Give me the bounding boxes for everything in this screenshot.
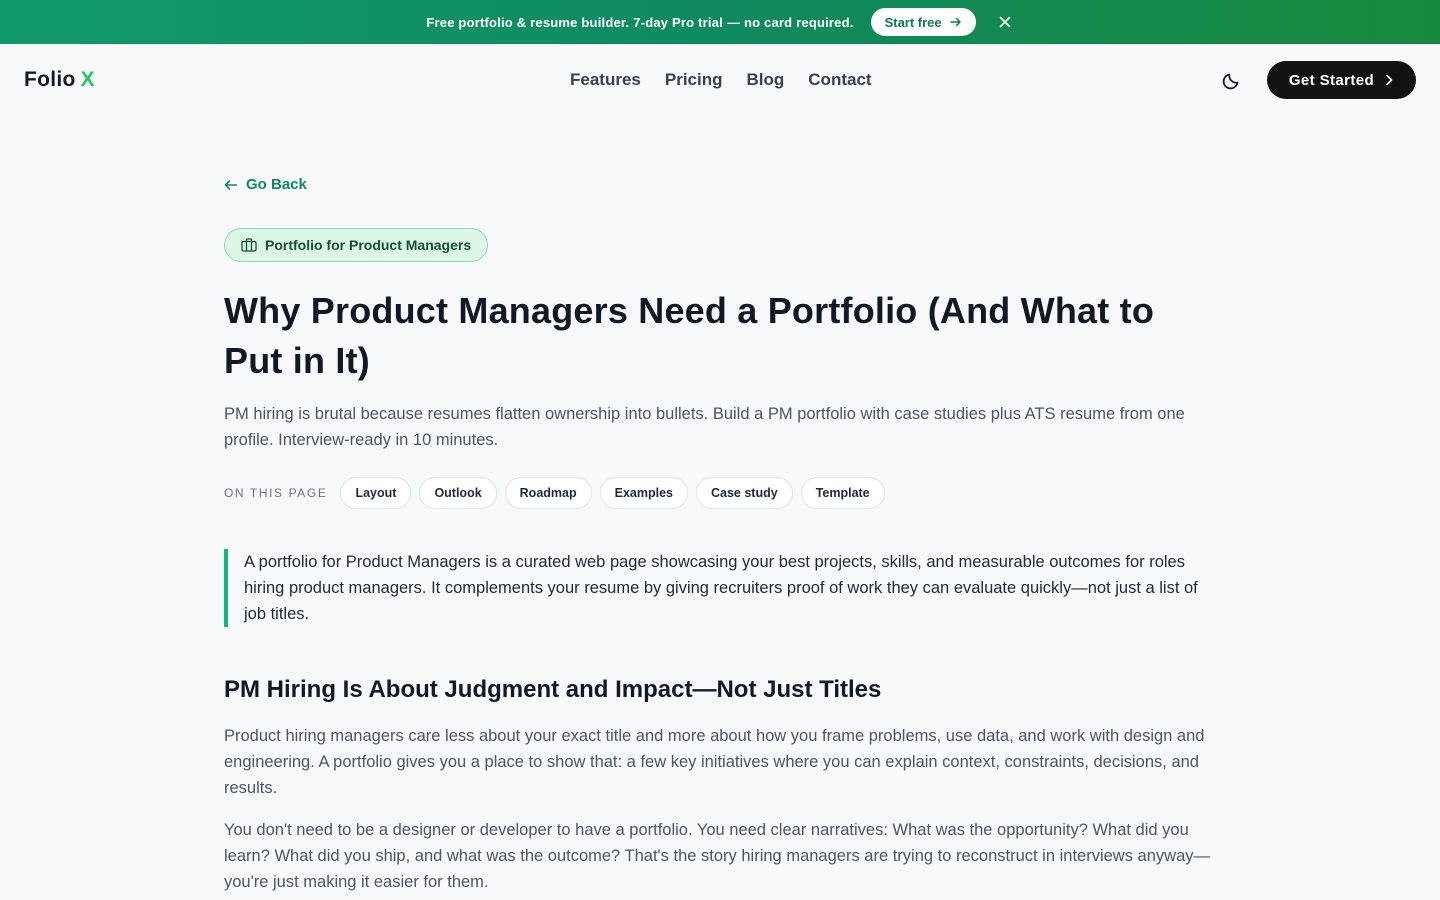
- toc-chip-layout[interactable]: Layout: [340, 477, 412, 509]
- toc-chip-roadmap[interactable]: Roadmap: [504, 477, 592, 509]
- theme-toggle-button[interactable]: [1220, 70, 1242, 92]
- banner-text: Free portfolio & resume builder. 7-day P…: [426, 15, 853, 30]
- toc-chip-case-study[interactable]: Case study: [695, 477, 793, 509]
- briefcase-icon: [241, 238, 257, 252]
- toc-chip-template[interactable]: Template: [800, 477, 885, 509]
- logo-text: Folio: [24, 68, 76, 91]
- category-tag: Portfolio for Product Managers: [224, 228, 489, 262]
- nav-link-blog[interactable]: Blog: [747, 70, 785, 90]
- toc-chip-examples[interactable]: Examples: [599, 477, 688, 509]
- chevron-right-icon: [1386, 74, 1393, 86]
- section-heading: PM Hiring Is About Judgment and Impact—N…: [224, 676, 882, 703]
- body-paragraph-2: You don't need to be a designer or devel…: [224, 821, 1210, 891]
- summary-quote: A portfolio for Product Managers is a cu…: [224, 549, 1214, 627]
- logo[interactable]: Folio X: [24, 68, 95, 92]
- go-back-label: Go Back: [246, 176, 307, 193]
- nav-links: Features Pricing Blog Contact: [570, 44, 872, 116]
- body-paragraph-1: Product hiring managers care less about …: [224, 727, 1205, 797]
- toc-chip-outlook[interactable]: Outlook: [419, 477, 497, 509]
- promo-banner: Free portfolio & resume builder. 7-day P…: [0, 0, 1440, 44]
- page-title: Why Product Managers Need a Portfolio (A…: [224, 290, 1155, 381]
- get-started-label: Get Started: [1288, 71, 1375, 89]
- banner-text-suffix: — no card required.: [726, 14, 854, 30]
- toc-label: ON THIS PAGE: [224, 486, 328, 500]
- logo-accent: X: [80, 68, 95, 91]
- category-tag-label: Portfolio for Product Managers: [265, 237, 472, 253]
- get-started-button[interactable]: Get Started: [1267, 61, 1416, 99]
- arrow-left-icon: [224, 179, 238, 190]
- on-this-page-nav: ON THIS PAGE Layout Outlook Roadmap Exam…: [224, 477, 885, 509]
- close-icon: [999, 16, 1010, 28]
- lead-paragraph: PM hiring is brutal because resumes flat…: [224, 405, 1185, 449]
- close-banner-button[interactable]: [996, 13, 1014, 31]
- banner-text-strong: 7-day Pro trial: [633, 14, 723, 30]
- banner-text-prefix: Free portfolio & resume builder.: [426, 14, 630, 30]
- go-back-link[interactable]: Go Back: [224, 176, 307, 193]
- nav-link-pricing[interactable]: Pricing: [665, 70, 723, 90]
- moon-icon: [1222, 73, 1239, 90]
- nav-link-features[interactable]: Features: [570, 70, 641, 90]
- start-free-button[interactable]: Start free: [870, 8, 976, 36]
- nav-link-contact[interactable]: Contact: [808, 70, 871, 90]
- start-free-label: Start free: [884, 14, 942, 30]
- top-nav: Folio X Features Pricing Blog Contact Get…: [0, 44, 1440, 116]
- arrow-right-icon: [949, 17, 961, 27]
